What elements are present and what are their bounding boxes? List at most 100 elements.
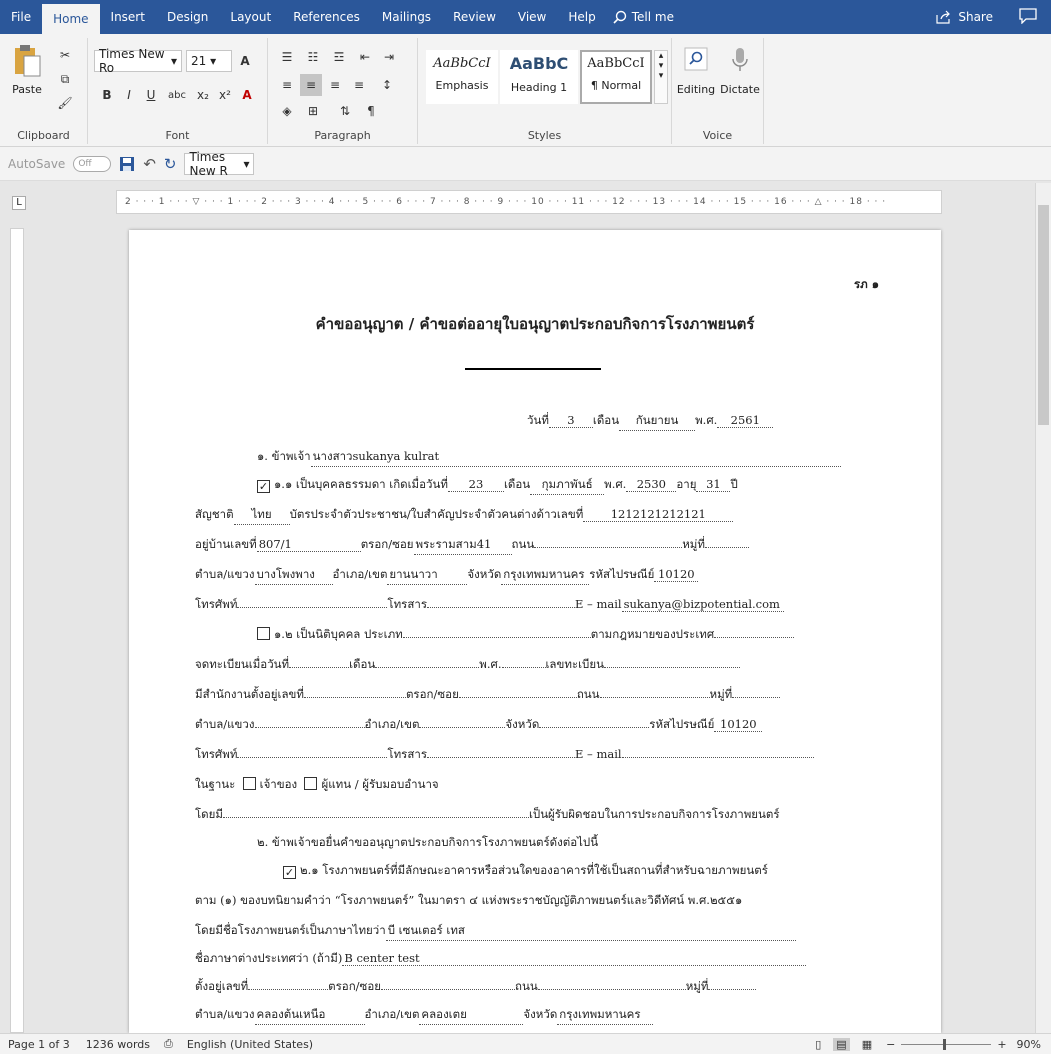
tab-help[interactable]: Help	[557, 0, 606, 34]
zoom-slider[interactable]	[901, 1038, 992, 1050]
id-card-number: 1212121212121	[583, 507, 734, 522]
foreign-name-value: B center test	[342, 951, 807, 966]
bullets-icon[interactable]: ☰	[276, 46, 298, 68]
cinema-no-label: ตั้งอยู่เลขที่	[195, 979, 249, 993]
copy-icon[interactable]: ⧉	[54, 68, 76, 90]
style-heading-1[interactable]: AaBbC Heading 1	[500, 50, 578, 104]
house-no-value: 807/1	[256, 537, 361, 552]
align-center-icon[interactable]: ≡	[300, 74, 322, 96]
zoom-slider-thumb[interactable]	[943, 1038, 947, 1050]
tab-layout[interactable]: Layout	[219, 0, 282, 34]
qat-font-select[interactable]: Times New R ▾	[184, 150, 255, 178]
tell-me-box[interactable]: Tell me	[607, 10, 674, 24]
underline-icon[interactable]: U	[140, 84, 162, 106]
tab-design[interactable]: Design	[156, 0, 219, 34]
zoom-level[interactable]: 90%	[1017, 1038, 1041, 1051]
representative-checkbox[interactable]	[304, 777, 318, 790]
document-page[interactable]: รภ ๑ คำขออนุญาต / คำขอต่ออายุใบอนุญาตประ…	[129, 230, 941, 1033]
paste-label: Paste	[12, 83, 42, 96]
tab-insert[interactable]: Insert	[100, 0, 156, 34]
numbering-icon[interactable]: ☷	[302, 46, 324, 68]
office-email-label: E – mail	[575, 747, 622, 761]
vertical-ruler[interactable]	[10, 228, 24, 1033]
scrollbar-thumb[interactable]	[1038, 205, 1049, 425]
zoom-in-icon[interactable]: +	[997, 1038, 1006, 1051]
decrease-indent-icon[interactable]: ⇤	[354, 46, 376, 68]
superscript-icon[interactable]: x²	[214, 84, 236, 106]
tab-selector[interactable]: L	[12, 196, 26, 210]
style-emphasis[interactable]: AaBbCcI Emphasis	[426, 50, 498, 104]
house-no-label: อยู่บ้านเลขที่	[195, 537, 257, 551]
juristic-person-checkbox[interactable]	[257, 627, 270, 640]
email-value: sukanya@bizpotential.com	[621, 597, 784, 612]
cut-icon[interactable]: ✂	[54, 44, 76, 66]
autosave-toggle[interactable]: Off	[73, 155, 112, 172]
web-layout-icon[interactable]: ▦	[862, 1038, 872, 1051]
cinema-soi-label: ตรอก/ซอย	[328, 979, 381, 993]
date-year-label: พ.ศ.	[695, 413, 718, 427]
styles-gallery-scroll[interactable]: ▴ ▾ ▾	[654, 50, 668, 104]
font-size-select[interactable]: 21 ▾	[186, 50, 232, 72]
grow-font-icon[interactable]: A	[234, 50, 256, 72]
justify-icon[interactable]: ≡	[348, 74, 370, 96]
print-layout-icon[interactable]: ▤	[833, 1037, 850, 1051]
reg-month-label: เดือน	[349, 657, 376, 671]
road-label: ถนน	[511, 537, 535, 551]
tab-references[interactable]: References	[282, 0, 371, 34]
birth-year: 2530	[626, 477, 677, 492]
definition-line: ตาม (๑) ของบทนิยามคำว่า “โรงภาพยนตร์” ใน…	[195, 893, 743, 907]
reg-date-label: จดทะเบียนเมื่อวันที่	[195, 657, 290, 671]
clipboard-group: Paste ✂ ⧉ 🖌 Clipboard	[0, 38, 88, 144]
comment-icon[interactable]	[1019, 8, 1037, 24]
cinema-moo-label: หมู่ที่	[685, 979, 709, 993]
paragraph-group-label: Paragraph	[314, 129, 371, 142]
style-normal[interactable]: AaBbCcI ¶ Normal	[580, 50, 652, 104]
align-right-icon[interactable]: ≡	[324, 74, 346, 96]
share-button[interactable]: Share	[936, 0, 993, 34]
zoom-out-icon[interactable]: −	[886, 1038, 895, 1051]
styles-group-label: Styles	[527, 129, 562, 142]
id-card-label: บัตรประจำตัวประชาชน/ใบสำคัญประจำตัวคนต่า…	[289, 507, 584, 521]
format-painter-icon[interactable]: 🖌	[54, 92, 76, 114]
sort-icon[interactable]: ⇅	[334, 100, 356, 122]
align-left-icon[interactable]: ≡	[276, 74, 298, 96]
redo-icon[interactable]: ↻	[164, 155, 177, 173]
proofing-icon[interactable]: ⎙	[164, 1037, 173, 1051]
undo-icon[interactable]: ↶	[143, 155, 156, 173]
subdistrict-value: บางโพงพาง	[254, 566, 333, 585]
quick-access-toolbar: AutoSave Off ↶ ↻ Times New R ▾	[0, 147, 1051, 181]
subscript-icon[interactable]: x₂	[192, 84, 214, 106]
increase-indent-icon[interactable]: ⇥	[378, 46, 400, 68]
tab-review[interactable]: Review	[442, 0, 507, 34]
show-formatting-icon[interactable]: ¶	[360, 100, 382, 122]
horizontal-ruler[interactable]: 2 · · · 1 · · · ▽ · · · 1 · · · 2 · · · …	[116, 190, 942, 214]
page-count[interactable]: Page 1 of 3	[8, 1038, 70, 1051]
font-color-icon[interactable]: A	[236, 84, 258, 106]
multilevel-list-icon[interactable]: ☲	[328, 46, 350, 68]
word-count[interactable]: 1236 words	[86, 1038, 150, 1051]
tab-mailings[interactable]: Mailings	[371, 0, 442, 34]
tab-view[interactable]: View	[507, 0, 557, 34]
vertical-scrollbar[interactable]	[1035, 183, 1051, 1033]
natural-person-checkbox[interactable]: ✓	[257, 480, 270, 493]
cinema-type-checkbox[interactable]: ✓	[283, 866, 296, 879]
line-spacing-icon[interactable]: ↕	[376, 74, 398, 96]
language[interactable]: English (United States)	[187, 1038, 313, 1051]
font-name-select[interactable]: Times New Ro ▾	[94, 47, 182, 75]
italic-icon[interactable]: I	[118, 84, 140, 106]
borders-icon[interactable]: ⊞	[302, 100, 324, 122]
paste-button[interactable]: Paste	[6, 42, 48, 96]
office-postcode-value: 10120	[714, 717, 763, 732]
owner-checkbox[interactable]	[242, 777, 256, 790]
save-icon[interactable]	[119, 156, 135, 172]
editing-button[interactable]: Editing	[676, 46, 716, 96]
read-mode-icon[interactable]: ▯	[815, 1038, 821, 1051]
cinema-subdistrict-value: คลองต้นเหนือ	[254, 1006, 365, 1025]
shading-icon[interactable]: ◈	[276, 100, 298, 122]
bold-icon[interactable]: B	[96, 84, 118, 106]
dictate-button[interactable]: Dictate	[718, 46, 762, 96]
form-title: คำขออนุญาต / คำขอต่ออายุใบอนุญาตประกอบกิ…	[315, 315, 755, 333]
strikethrough-icon[interactable]: abc	[166, 84, 188, 106]
tab-home[interactable]: Home	[42, 4, 100, 34]
tab-file[interactable]: File	[0, 0, 42, 34]
